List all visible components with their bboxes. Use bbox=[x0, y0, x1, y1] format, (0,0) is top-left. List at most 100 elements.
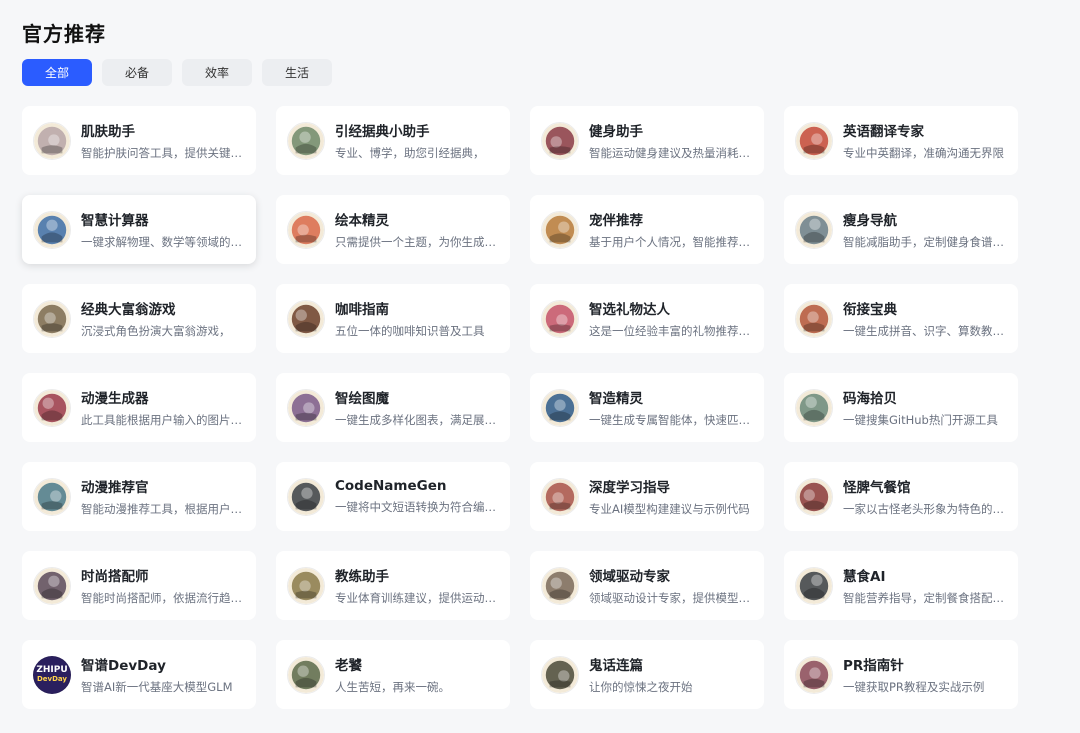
agent-card[interactable]: 深度学习指导专业AI模型构建建议与示例代码 bbox=[530, 462, 764, 531]
agent-description: 专业AI模型构建建议与示例代码 bbox=[589, 502, 750, 516]
domain-icon bbox=[541, 566, 579, 605]
agent-info: 智造精灵一键生成专属智能体，快速匹配需求 bbox=[589, 387, 754, 428]
agent-card[interactable]: ZHIPU DevDay 智谱DevDay 智谱AI新一代基座大模型GLM bbox=[22, 640, 256, 709]
agent-description: 智能时尚搭配师，依据流行趋势推荐 bbox=[81, 591, 246, 605]
zhipu-logo-text: ZHIPU bbox=[36, 665, 68, 675]
agent-info: 绘本精灵只需提供一个主题，为你生成绘本 bbox=[335, 209, 500, 250]
agent-card[interactable]: 教练助手 专业体育训练建议，提供运动指导 bbox=[276, 551, 510, 620]
anime-generator-icon bbox=[33, 388, 71, 427]
agent-description: 一键搜集GitHub热门开源工具 bbox=[843, 413, 998, 427]
agent-card[interactable]: 绘本精灵只需提供一个主题，为你生成绘本 bbox=[276, 195, 510, 264]
agent-description: 一家以古怪老头形象为特色的餐馆 bbox=[843, 502, 1008, 516]
agent-name: 宠伴推荐 bbox=[589, 213, 643, 229]
monopoly-icon bbox=[33, 299, 71, 338]
agent-card[interactable]: 慧食AI 智能营养指导，定制餐食搭配方案 bbox=[784, 551, 1018, 620]
agent-name: 经典大富翁游戏 bbox=[81, 302, 176, 318]
agent-description: 智能动漫推荐工具，根据用户喜好推荐 bbox=[81, 502, 246, 516]
fitness-icon bbox=[541, 121, 579, 160]
tab-1[interactable]: 必备 bbox=[102, 59, 172, 86]
agent-card[interactable]: 怪脾气餐馆一家以古怪老头形象为特色的餐馆 bbox=[784, 462, 1018, 531]
agent-card[interactable]: 智造精灵一键生成专属智能体，快速匹配需求 bbox=[530, 373, 764, 442]
agent-description: 专业体育训练建议，提供运动指导 bbox=[335, 591, 500, 605]
agent-card[interactable]: 瘦身导航 智能减脂助手，定制健身食谱计划 bbox=[784, 195, 1018, 264]
agent-grid: 肌肤助手智能护肤问答工具，提供关键皮肤问题解答 引经据典小助手专业、博学，助您引经… bbox=[22, 106, 1018, 709]
agent-card[interactable]: 引经据典小助手 专业、博学，助您引经据典， bbox=[276, 106, 510, 175]
agent-name: 肌肤助手 bbox=[81, 124, 135, 140]
agent-card[interactable]: 智选礼物达人这是一位经验丰富的礼物推荐专家 bbox=[530, 284, 764, 353]
agent-description: 智谱AI新一代基座大模型GLM bbox=[81, 680, 233, 694]
code-icon bbox=[287, 477, 325, 516]
agent-name: 时尚搭配师 bbox=[81, 569, 149, 585]
tab-2[interactable]: 效率 bbox=[182, 59, 252, 86]
agent-card[interactable]: 时尚搭配师智能时尚搭配师，依据流行趋势推荐 bbox=[22, 551, 256, 620]
agent-description: 此工具能根据用户输入的图片生成动漫 bbox=[81, 413, 246, 427]
agent-info: CodeNameGen 一键将中文短语转换为符合编程规范的命名 bbox=[335, 478, 500, 515]
agent-description: 让你的惊悚之夜开始 bbox=[589, 680, 693, 694]
agent-card[interactable]: 码海拾贝 一键搜集GitHub热门开源工具 bbox=[784, 373, 1018, 442]
gift-icon bbox=[541, 299, 579, 338]
agent-card[interactable]: 肌肤助手智能护肤问答工具，提供关键皮肤问题解答 bbox=[22, 106, 256, 175]
agent-description: 一键获取PR教程及实战示例 bbox=[843, 680, 985, 694]
agent-card[interactable]: 智绘图魔一键生成多样化图表，满足展示需求 bbox=[276, 373, 510, 442]
agent-card[interactable]: PR指南针 一键获取PR教程及实战示例 bbox=[784, 640, 1018, 709]
agent-info: 动漫推荐官智能动漫推荐工具，根据用户喜好推荐 bbox=[81, 476, 246, 517]
agent-name: 智造精灵 bbox=[589, 391, 643, 407]
agent-card[interactable]: 英语翻译专家 专业中英翻译，准确沟通无界限 bbox=[784, 106, 1018, 175]
agent-info: 老饕 人生苦短，再来一碗。 bbox=[335, 654, 500, 695]
agent-description: 只需提供一个主题，为你生成绘本 bbox=[335, 235, 500, 249]
agent-info: 肌肤助手智能护肤问答工具，提供关键皮肤问题解答 bbox=[81, 120, 246, 161]
page-title: 官方推荐 bbox=[22, 22, 106, 46]
tab-0[interactable]: 全部 bbox=[22, 59, 92, 86]
agent-card[interactable]: 动漫推荐官智能动漫推荐工具，根据用户喜好推荐 bbox=[22, 462, 256, 531]
agent-card[interactable]: CodeNameGen 一键将中文短语转换为符合编程规范的命名 bbox=[276, 462, 510, 531]
agent-name: 智选礼物达人 bbox=[589, 302, 670, 318]
agent-card[interactable]: 经典大富翁游戏 沉浸式角色扮演大富翁游戏， bbox=[22, 284, 256, 353]
coach-icon bbox=[287, 566, 325, 605]
agent-info: 健身助手 智能运动健身建议及热量消耗计算 bbox=[589, 120, 754, 161]
tab-3[interactable]: 生活 bbox=[262, 59, 332, 86]
agent-card[interactable]: 领域驱动专家领域驱动设计专家，提供模型设计建议 bbox=[530, 551, 764, 620]
agent-name: 智慧计算器 bbox=[81, 213, 149, 229]
agent-info: 慧食AI 智能营养指导，定制餐食搭配方案 bbox=[843, 565, 1008, 606]
agent-info: 深度学习指导专业AI模型构建建议与示例代码 bbox=[589, 476, 754, 517]
agent-info: 领域驱动专家领域驱动设计专家，提供模型设计建议 bbox=[589, 565, 754, 606]
translate-icon bbox=[795, 121, 833, 160]
agent-info: 怪脾气餐馆一家以古怪老头形象为特色的餐馆 bbox=[843, 476, 1008, 517]
agent-card[interactable]: 老饕 人生苦短，再来一碗。 bbox=[276, 640, 510, 709]
fashion-icon bbox=[33, 566, 71, 605]
agent-info: 衔接宝典一键生成拼音、识字、算数教学材料 bbox=[843, 298, 1008, 339]
agent-description: 基于用户个人情况，智能推荐宠物 bbox=[589, 235, 754, 249]
agent-card[interactable]: 鬼话连篇 让你的惊悚之夜开始 bbox=[530, 640, 764, 709]
agent-info: 经典大富翁游戏 沉浸式角色扮演大富翁游戏， bbox=[81, 298, 246, 339]
agent-card[interactable]: 智慧计算器 一键求解物理、数学等领域的问题 bbox=[22, 195, 256, 264]
textbook-icon bbox=[795, 299, 833, 338]
category-tabs: 全部 必备 效率 生活 bbox=[22, 59, 332, 86]
agent-info: 码海拾贝 一键搜集GitHub热门开源工具 bbox=[843, 387, 1008, 428]
agent-card[interactable]: 健身助手 智能运动健身建议及热量消耗计算 bbox=[530, 106, 764, 175]
anime-recommend-icon bbox=[33, 477, 71, 516]
agent-description: 人生苦短，再来一碗。 bbox=[335, 680, 450, 694]
landscape-icon bbox=[287, 121, 325, 160]
agent-name: 咖啡指南 bbox=[335, 302, 389, 318]
agent-description: 专业中英翻译，准确沟通无界限 bbox=[843, 146, 1004, 160]
agent-description: 智能护肤问答工具，提供关键皮肤问题解答 bbox=[81, 146, 246, 160]
agent-description: 智能减脂助手，定制健身食谱计划 bbox=[843, 235, 1008, 249]
agent-name: 绘本精灵 bbox=[335, 213, 389, 229]
agent-description: 这是一位经验丰富的礼物推荐专家 bbox=[589, 324, 754, 338]
restaurant-icon bbox=[795, 477, 833, 516]
agent-name: 深度学习指导 bbox=[589, 480, 670, 496]
agent-description: 一键生成专属智能体，快速匹配需求 bbox=[589, 413, 754, 427]
agent-card[interactable]: 动漫生成器此工具能根据用户输入的图片生成动漫 bbox=[22, 373, 256, 442]
agent-name: 怪脾气餐馆 bbox=[843, 480, 911, 496]
agent-card[interactable]: 衔接宝典一键生成拼音、识字、算数教学材料 bbox=[784, 284, 1018, 353]
agent-description: 领域驱动设计专家，提供模型设计建议 bbox=[589, 591, 754, 605]
agent-card[interactable]: 宠伴推荐基于用户个人情况，智能推荐宠物 bbox=[530, 195, 764, 264]
agent-info: 瘦身导航 智能减脂助手，定制健身食谱计划 bbox=[843, 209, 1008, 250]
agent-name: 智绘图魔 bbox=[335, 391, 389, 407]
agent-info: 智选礼物达人这是一位经验丰富的礼物推荐专家 bbox=[589, 298, 754, 339]
agent-name: 智谱DevDay bbox=[81, 658, 166, 674]
shell-icon bbox=[795, 388, 833, 427]
agent-card[interactable]: 咖啡指南 五位一体的咖啡知识普及工具 bbox=[276, 284, 510, 353]
agent-name: 领域驱动专家 bbox=[589, 569, 670, 585]
deep-learning-icon bbox=[541, 477, 579, 516]
